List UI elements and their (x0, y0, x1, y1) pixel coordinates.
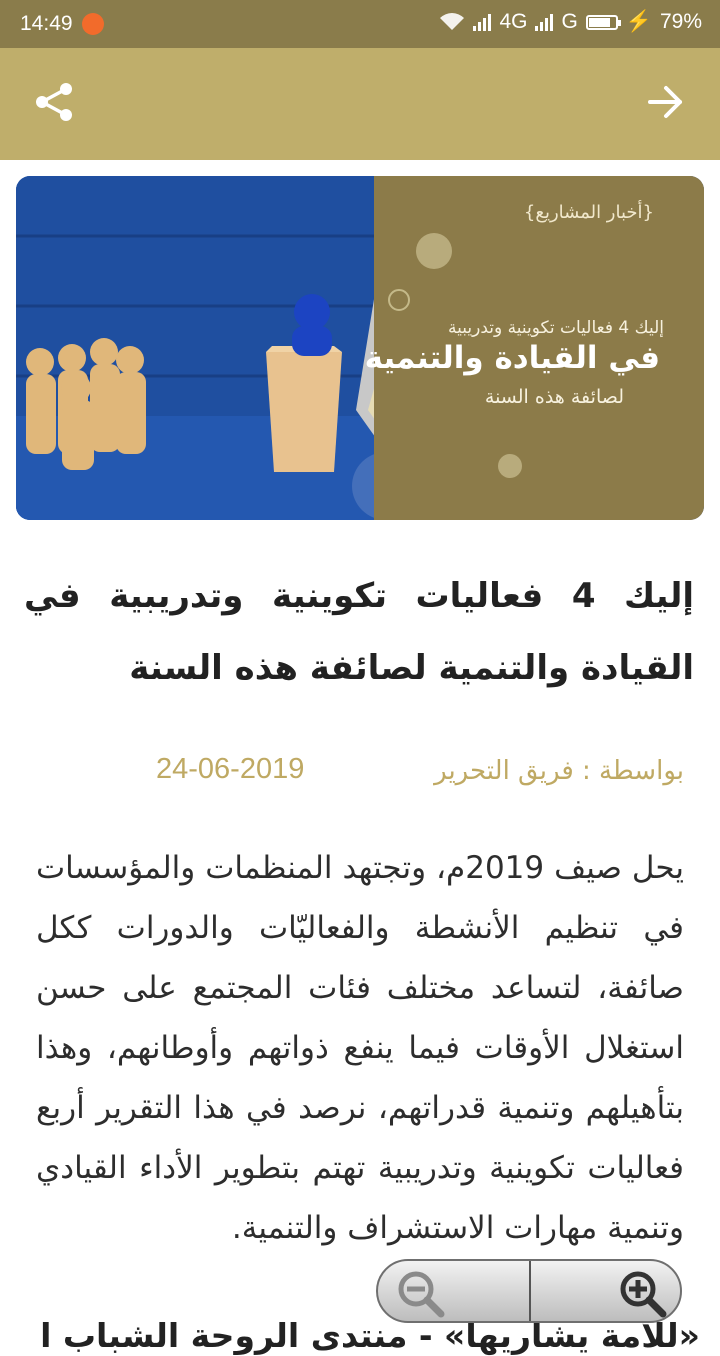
article-title: إليك 4 فعاليات تكوينية وتدريبية في القيا… (24, 576, 694, 688)
status-time: 14:49 (20, 12, 73, 35)
status-bar: 14:49 4G G ⚡ 79% (0, 0, 720, 48)
article-banner: {أخبار المشاريع} إليك 4 فعاليات تكوينية … (16, 176, 704, 520)
zoom-in-icon[interactable] (618, 1269, 668, 1319)
article-author: بواسطة : فريق التحرير (434, 756, 684, 786)
article-body: يحل صيف 2019م، وتجتهد المنظمات والمؤسسات… (36, 850, 685, 1246)
banner-headline-sub: لصائفة هذه السنة (484, 386, 624, 408)
network-type-2: G (561, 10, 578, 33)
zoom-out-icon[interactable] (396, 1269, 446, 1319)
battery-icon (585, 14, 621, 30)
signal-icon (473, 13, 492, 31)
banner-tag: {أخبار المشاريع} (523, 202, 654, 223)
banner-headline-big: في القيادة والتنمية (364, 340, 660, 376)
notification-icon (82, 13, 104, 35)
arrow-right-icon[interactable] (646, 82, 686, 122)
signal-icon-2 (535, 13, 554, 31)
zoom-divider (529, 1261, 531, 1321)
charging-icon: ⚡ (625, 10, 652, 33)
wood-figures-illustration (16, 176, 376, 520)
app-bar (0, 48, 720, 160)
network-type: 4G (499, 10, 528, 33)
banner-headline-small: إليك 4 فعاليات تكوينية وتدريبية (448, 318, 664, 338)
status-right: 4G G ⚡ 79% (439, 10, 702, 34)
zoom-controls (376, 1259, 682, 1323)
share-icon[interactable] (32, 80, 76, 124)
article-date: 24-06-2019 (156, 753, 305, 785)
battery-level: 79% (659, 10, 702, 33)
wifi-icon (440, 13, 465, 30)
